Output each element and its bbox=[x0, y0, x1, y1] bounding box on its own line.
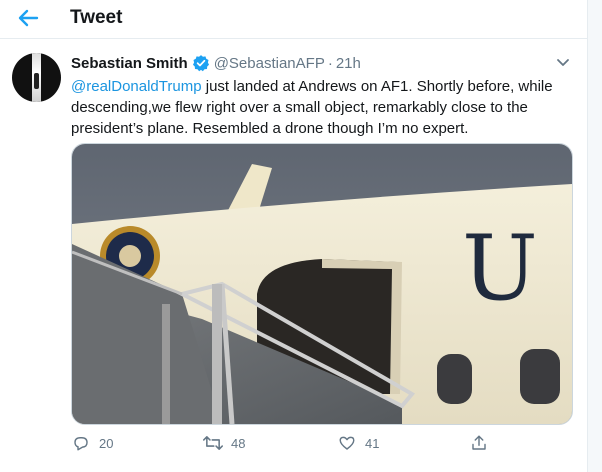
tweet: Sebastian Smith @SebastianAFP · 21h @rea… bbox=[0, 39, 588, 472]
author-name[interactable]: Sebastian Smith bbox=[71, 55, 188, 72]
arrow-left-icon bbox=[18, 9, 39, 27]
avatar-figure bbox=[34, 73, 39, 89]
like-button[interactable]: 41 bbox=[337, 433, 379, 453]
heart-icon bbox=[337, 433, 357, 453]
share-icon bbox=[469, 433, 489, 453]
fuselage-lettering: U bbox=[462, 216, 538, 321]
retweet-button[interactable]: 48 bbox=[203, 433, 245, 453]
share-button[interactable] bbox=[469, 433, 489, 453]
retweet-count: 48 bbox=[231, 435, 246, 451]
back-button[interactable] bbox=[14, 6, 42, 30]
tweet-text: @realDonaldTrump just landed at Andrews … bbox=[71, 76, 571, 139]
reply-button[interactable]: 20 bbox=[71, 433, 113, 453]
verified-badge-icon bbox=[192, 55, 209, 72]
tweet-actions: 20 48 41 bbox=[71, 431, 571, 455]
timestamp[interactable]: 21h bbox=[336, 55, 361, 72]
scrollbar[interactable] bbox=[587, 0, 602, 472]
header: Tweet bbox=[0, 0, 588, 39]
page-title: Tweet bbox=[70, 7, 123, 28]
avatar[interactable] bbox=[12, 53, 61, 102]
air-force-one-photo: U bbox=[72, 144, 572, 424]
mention-link[interactable]: @realDonaldTrump bbox=[71, 78, 202, 95]
tweet-page: Tweet Sebastian Smith @SebastianAFP · 21… bbox=[0, 0, 602, 472]
like-count: 41 bbox=[365, 435, 380, 451]
chevron-down-icon bbox=[557, 59, 569, 66]
reply-count: 20 bbox=[99, 435, 114, 451]
meta-separator: · bbox=[327, 54, 333, 72]
author-handle[interactable]: @SebastianAFP bbox=[214, 55, 325, 72]
tweet-photo[interactable]: U bbox=[71, 143, 573, 425]
reply-icon bbox=[71, 433, 91, 453]
tweet-options-button[interactable] bbox=[555, 55, 571, 71]
tweet-meta: Sebastian Smith @SebastianAFP · 21h bbox=[71, 54, 361, 72]
retweet-icon bbox=[203, 433, 223, 453]
